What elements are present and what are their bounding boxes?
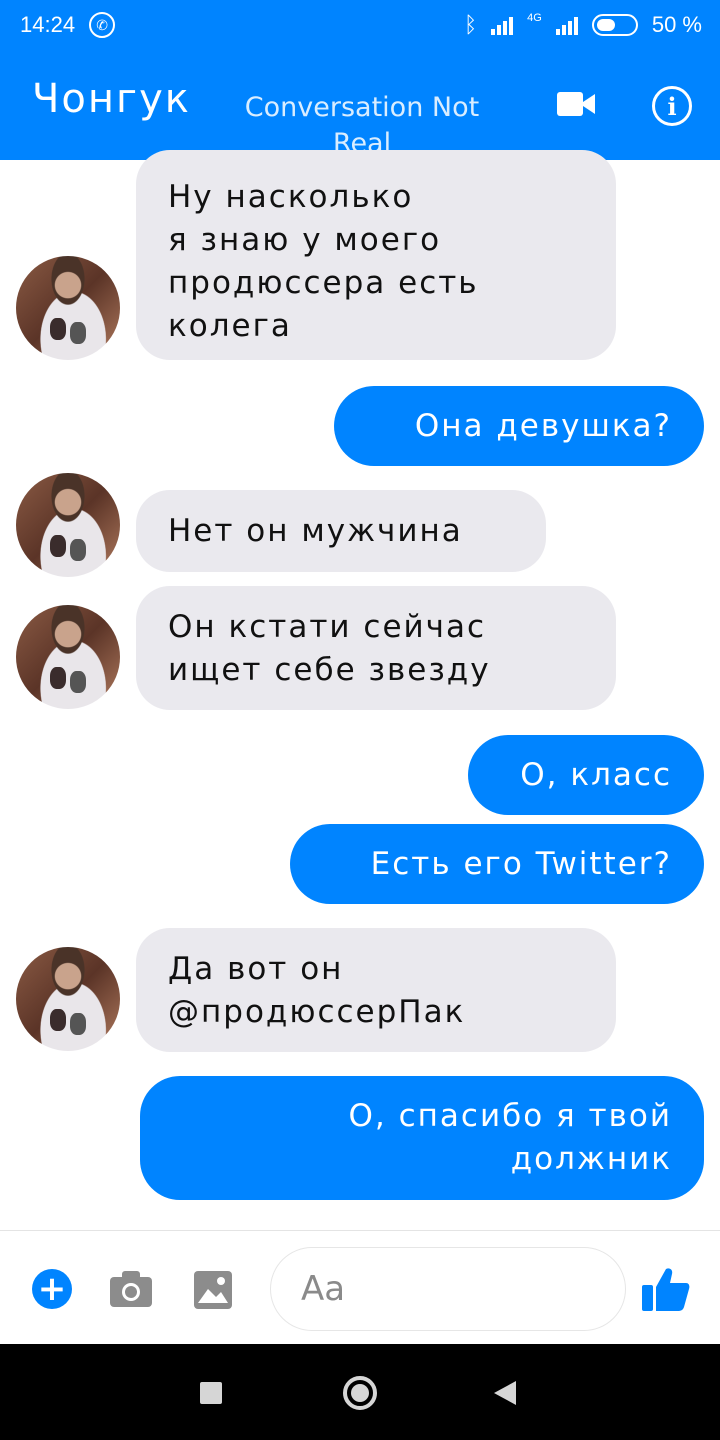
message-incoming[interactable]: Ну насколько я знаю у моего продюссера е…	[136, 150, 616, 360]
message-outgoing[interactable]: О, спасибо я твой должник	[140, 1076, 704, 1200]
message-incoming[interactable]: Он кстати сейчас ищет себе звезду	[136, 586, 616, 710]
battery-fill	[596, 19, 615, 31]
status-time: 14:24	[20, 12, 76, 37]
messenger-chat-screen: 14:24 ✆ ᛒ 4G 50 % Чонгук Conversation No…	[0, 0, 720, 1440]
status-right: ᛒ 4G 50 %	[464, 12, 702, 38]
message-outgoing[interactable]: Она девушка?	[334, 386, 704, 466]
battery-percent: 50 %	[651, 12, 702, 37]
camera-icon[interactable]	[110, 1271, 152, 1311]
system-navigation-bar	[0, 1344, 720, 1440]
contact-avatar[interactable]	[16, 605, 120, 709]
video-camera-icon[interactable]	[557, 90, 595, 122]
info-icon[interactable]: i	[652, 86, 692, 126]
plus-icon[interactable]: +	[32, 1269, 72, 1309]
signal-icon-secondary	[555, 15, 578, 35]
chat-header: Чонгук Conversation Not Real i	[0, 50, 720, 160]
thumbs-up-icon[interactable]	[642, 1267, 690, 1315]
home-button-icon[interactable]	[343, 1376, 377, 1410]
battery-icon	[591, 14, 638, 36]
signal-icon	[491, 15, 514, 35]
back-button-icon[interactable]	[494, 1381, 516, 1405]
bluetooth-icon: ᛒ	[463, 12, 478, 37]
message-outgoing[interactable]: Есть его Twitter?	[290, 824, 704, 904]
viber-notification-icon: ✆	[89, 12, 116, 38]
gallery-icon[interactable]	[194, 1271, 232, 1313]
message-incoming[interactable]: Да вот он @продюссерПак	[136, 928, 616, 1052]
message-outgoing[interactable]: О, класс	[468, 735, 704, 815]
message-composer: +	[0, 1230, 720, 1344]
contact-avatar[interactable]	[16, 473, 120, 577]
status-bar: 14:24 ✆ ᛒ 4G 50 %	[0, 0, 720, 50]
contact-name[interactable]: Чонгук	[32, 76, 191, 122]
message-input[interactable]	[270, 1247, 626, 1331]
recents-button-icon[interactable]	[200, 1382, 222, 1404]
message-incoming[interactable]: Нет он мужчина	[136, 490, 546, 572]
network-type: 4G	[527, 12, 542, 24]
status-left: 14:24 ✆	[20, 12, 116, 38]
contact-avatar[interactable]	[16, 256, 120, 360]
contact-avatar[interactable]	[16, 947, 120, 1051]
